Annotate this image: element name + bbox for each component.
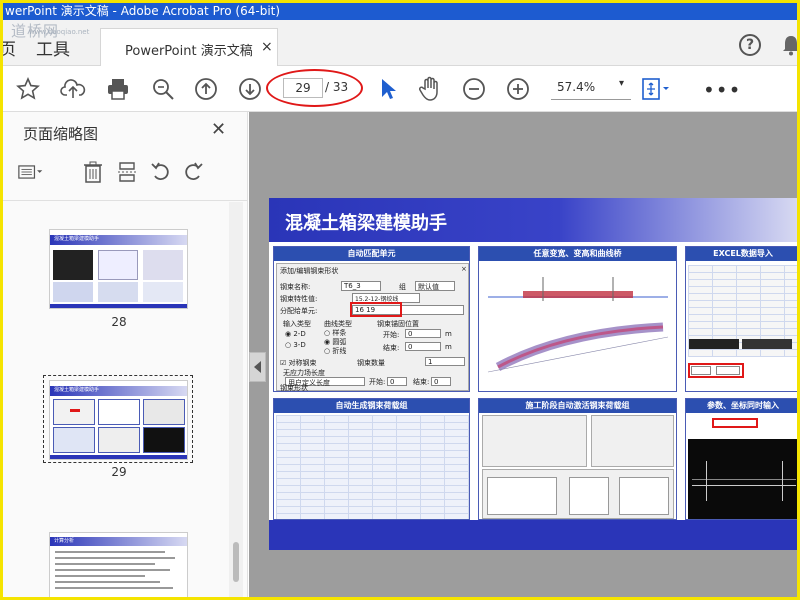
print-icon[interactable] [103,74,133,104]
dialog-label: 结束: [383,344,400,352]
chevron-down-icon: ▾ [619,78,625,89]
panel-divider [3,200,248,201]
symmetric-checkbox: ☑ 对称钢束 [280,359,317,367]
thumbnail-heading: 混凝土箱梁建模助手 [54,236,100,242]
thumbnail-scrollbar[interactable] [229,202,243,597]
panel-heading: 自动匹配单元 [274,247,469,261]
panel-title: 页面缩略图 [23,125,99,143]
window-title: werPoint 演示文稿 - Adobe Acrobat Pro (64-bi… [5,4,281,18]
previous-page-icon[interactable] [191,74,221,104]
slide-header: 混凝土箱梁建模助手 [269,198,797,242]
page-thumbnails-panel: 页面缩略图 ✕ 混凝土箱梁建模助手 28 混凝土箱梁建模助手 29 计算分析 [3,112,248,597]
dialog-label: 开始: [383,331,400,339]
load-table-grid [276,415,469,519]
close-panel-icon[interactable]: ✕ [211,119,226,140]
dialog-value: T6_3 [344,282,361,290]
highlight-box [712,418,758,428]
main-toolbar: / 33 57.4% ▾ ••• [3,66,797,112]
zoom-out-icon[interactable] [459,74,489,104]
bookmark-star-icon[interactable] [13,74,43,104]
dialog-label: 分配给单元: [280,307,318,315]
panel-heading: 施工阶段自动激活钢束荷载组 [479,399,676,413]
slide-title: 混凝土箱梁建模助手 [285,213,447,234]
zoom-level-value: 57.4% [557,80,596,94]
slide-footer [269,520,797,550]
notification-bell-icon[interactable] [781,34,797,56]
panel-load-group: 自动生成钢束荷载组 [273,398,470,520]
upload-cloud-icon[interactable] [58,74,88,104]
close-icon: × [461,265,467,273]
more-options-icon[interactable]: ••• [703,78,741,102]
tendon-dialog: 添加/编辑钢束形状 × 钢束名称: T6_3 组 默认值 钢束特性值: 15.2… [276,263,469,391]
chevron-left-icon [254,361,261,373]
scrollbar-thumb[interactable] [233,542,239,582]
panel-variable-width: 任意变宽、变高和曲线桥 [478,246,677,392]
radio-3d: ○ 3-D [285,341,306,349]
collapse-panel-handle[interactable] [249,352,266,382]
rotate-right-icon[interactable] [180,159,206,185]
panel-auto-match: 自动匹配单元 添加/编辑钢束形状 × 钢束名称: T6_3 组 默认值 钢束特性… [273,246,470,392]
page-highlight-annotation [266,69,363,107]
page-number-label-29: 29 [111,465,127,479]
fit-page-icon[interactable] [641,74,671,104]
panel-construction-stage: 施工阶段自动激活钢束荷载组 [478,398,677,520]
dialog-title: 添加/编辑钢束形状 [280,267,339,275]
panel-parameter-input: 参数、坐标同时输入 [685,398,797,520]
close-tab-icon[interactable]: × [261,39,273,55]
zoom-in-icon[interactable] [503,74,533,104]
page-thumbnail-28[interactable]: 混凝土箱梁建模助手 [49,229,188,309]
panel-excel-import: EXCEL数据导入 [685,246,797,392]
panel-heading: 自动生成钢束荷载组 [274,399,469,413]
watermark-url: www.daoqiao.net [29,28,90,36]
document-tab-label: PowerPoint 演示文稿 [125,44,253,59]
menu-tab-bar: 页 工具 道桥网 www.daoqiao.net PowerPoint 演示文稿… [3,20,797,67]
document-viewer[interactable]: 混凝土箱梁建模助手 自动匹配单元 添加/编辑钢束形状 × 钢束名称: T6_3 … [249,112,797,597]
highlight-box [350,302,402,317]
page-number-label-28: 28 [111,315,127,329]
slide-page: 混凝土箱梁建模助手 自动匹配单元 添加/编辑钢束形状 × 钢束名称: T6_3 … [269,198,797,550]
document-tab[interactable]: PowerPoint 演示文稿 × [100,28,278,67]
window-title-bar: werPoint 演示文稿 - Adobe Acrobat Pro (64-bi… [3,3,797,20]
page-thumbnail-29[interactable]: 混凝土箱梁建模助手 [49,380,188,460]
panel-heading: 参数、坐标同时输入 [686,399,797,413]
hand-tool-icon[interactable] [415,74,445,104]
dialog-label: 钢束名称: [280,283,311,291]
thumbnail-heading: 计算分析 [54,538,75,544]
dialog-label: 钢束特性值: [280,295,318,303]
thumbnail-options-icon[interactable] [18,159,44,185]
dialog-label: 钢束形状 [280,384,308,392]
select-cursor-icon[interactable] [373,74,403,104]
dialog-label: 钢束锚固位置 [377,320,419,328]
delete-page-icon[interactable] [80,159,106,185]
thumbnail-toolbar [18,159,218,189]
coordinate-graph [688,439,797,519]
bridge-model-graphic [487,277,669,373]
extract-page-icon[interactable] [114,159,140,185]
page-thumbnail-30[interactable]: 计算分析 [49,532,188,597]
dialog-label: 组 [399,283,406,291]
dialog-value: 默认值 [418,283,439,291]
radio-line: ○ 折线 [324,347,347,355]
panel-heading: 任意变宽、变高和曲线桥 [479,247,676,261]
dialog-label: 输入类型 [283,320,311,328]
next-page-icon[interactable] [235,74,265,104]
zoom-search-icon[interactable] [148,74,178,104]
thumbnail-heading: 混凝土箱梁建模助手 [54,387,100,393]
radio-2d: ◉ 2-D [285,330,306,338]
app-window: werPoint 演示文稿 - Adobe Acrobat Pro (64-bi… [3,3,797,597]
rotate-left-icon[interactable] [148,159,174,185]
zoom-level-select[interactable]: 57.4% ▾ [551,78,631,100]
dialog-label: 钢束数量 [357,359,385,367]
help-icon[interactable]: ? [739,34,761,56]
panel-heading: EXCEL数据导入 [686,247,797,261]
